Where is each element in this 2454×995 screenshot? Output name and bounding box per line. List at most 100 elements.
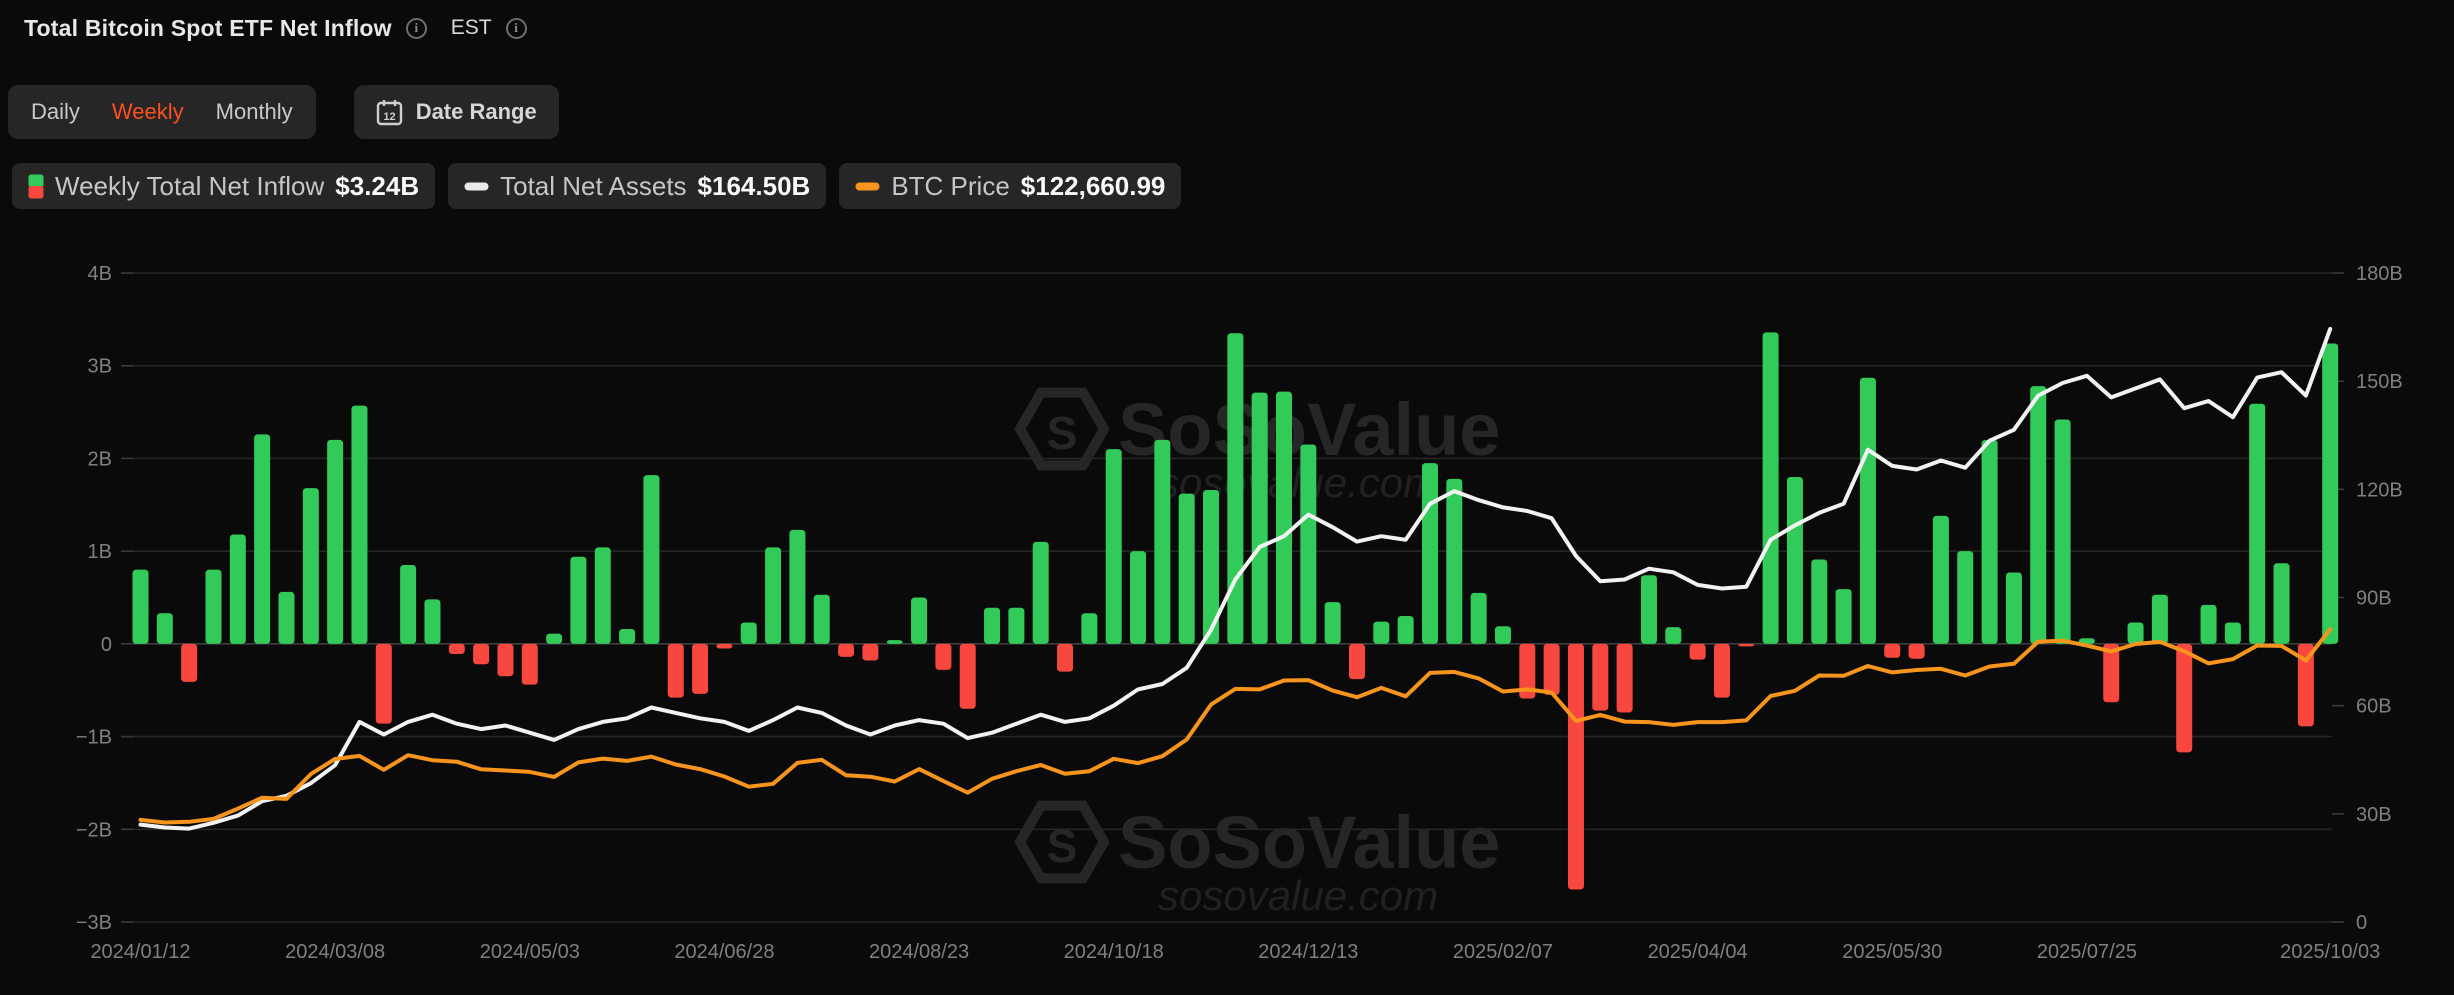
inflow-bar (2225, 623, 2241, 644)
inflow-bar (1933, 516, 1949, 644)
timezone-info-icon[interactable]: i (506, 18, 527, 39)
inflow-bar (1033, 542, 1049, 644)
x-axis-label: 2024/05/03 (480, 941, 580, 963)
inflow-bar (1179, 494, 1195, 644)
svg-text:S: S (1047, 407, 1078, 459)
inflow-bar (473, 644, 489, 664)
inflow-bar (254, 434, 270, 644)
inflow-bar (449, 644, 465, 654)
tab-monthly[interactable]: Monthly (202, 85, 307, 139)
inflow-bar (1154, 440, 1170, 644)
inflow-bar-icon (28, 174, 44, 199)
inflow-bar (1763, 332, 1779, 644)
inflow-bar (1690, 644, 1706, 660)
btc-line-icon (855, 182, 880, 191)
inflow-bar (887, 640, 903, 644)
inflow-bar (1982, 440, 1998, 644)
chart-canvas[interactable]: 4B3B2B1B0−1B−2B−3B180B150B120B90B60B30B0… (0, 230, 2454, 990)
y-axis-label-left: −3B (76, 912, 112, 934)
legend-item-net-assets[interactable]: Total Net Assets $164.50B (448, 163, 826, 209)
legend-label: Weekly Total Net Inflow (55, 171, 324, 202)
inflow-bar (741, 623, 757, 644)
inflow-bar (960, 644, 976, 709)
inflow-bar (595, 547, 611, 643)
x-axis-label: 2024/10/18 (1064, 941, 1164, 963)
y-axis-label-right: 60B (2356, 696, 2392, 718)
inflow-bar (133, 570, 149, 644)
inflow-bar (643, 475, 659, 644)
inflow-bar (1106, 449, 1122, 644)
inflow-bar (692, 644, 708, 694)
inflow-bar (862, 644, 878, 661)
x-axis-label: 2024/08/23 (869, 941, 969, 963)
inflow-bar (1008, 608, 1024, 644)
legend-item-net-inflow[interactable]: Weekly Total Net Inflow$3.24B (12, 163, 435, 209)
x-axis-label: 2025/02/07 (1453, 941, 1553, 963)
inflow-bar (1860, 378, 1876, 644)
y-axis-label-right: 180B (2356, 263, 2403, 285)
inflow-bar (1422, 463, 1438, 644)
y-axis-label-left: −1B (76, 727, 112, 749)
inflow-bar (522, 644, 538, 685)
inflow-bar (935, 644, 951, 670)
inflow-bar (327, 440, 343, 644)
legend-value: $164.50B (698, 171, 811, 202)
y-axis-label-left: −2B (76, 819, 112, 841)
svg-text:S: S (1047, 820, 1078, 872)
inflow-bar (400, 565, 416, 644)
inflow-bar (1300, 445, 1316, 644)
timezone-label: EST (451, 16, 492, 40)
inflow-bar (497, 644, 513, 676)
chart-legend: Weekly Total Net Inflow$3.24B Total Net A… (12, 163, 1181, 209)
inflow-bar (1617, 644, 1633, 713)
inflow-bar (181, 644, 197, 682)
title-info-icon[interactable]: i (406, 18, 427, 39)
x-axis-label: 2025/07/25 (2037, 941, 2137, 963)
x-axis-label: 2024/12/13 (1258, 941, 1358, 963)
inflow-bar (2201, 605, 2217, 644)
x-axis-label: 2024/06/28 (674, 941, 774, 963)
inflow-bar (1909, 644, 1925, 659)
legend-item-btc-price[interactable]: BTC Price$122,660.99 (839, 163, 1181, 209)
inflow-bar (1252, 393, 1268, 644)
legend-label: Total Net Assets (500, 171, 686, 202)
inflow-bar (1349, 644, 1365, 679)
inflow-bar (1227, 333, 1243, 644)
inflow-bar (1495, 626, 1511, 644)
y-axis-label-right: 0 (2356, 912, 2367, 934)
inflow-bar (2274, 563, 2290, 644)
tab-weekly[interactable]: Weekly (98, 85, 198, 139)
x-axis-label: 2025/05/30 (1842, 941, 1942, 963)
inflow-bar (2030, 386, 2046, 644)
y-axis-label-right: 150B (2356, 371, 2403, 393)
inflow-bar (376, 644, 392, 724)
inflow-bar (1446, 479, 1462, 644)
x-axis-label: 2024/01/12 (90, 941, 190, 963)
inflow-bar (1568, 644, 1584, 890)
inflow-bar (1665, 627, 1681, 644)
inflow-bar (424, 599, 440, 644)
date-range-button[interactable]: 12 Date Range (354, 85, 559, 139)
inflow-bar (1714, 644, 1730, 698)
inflow-bar (2176, 644, 2192, 752)
inflow-bar (1884, 644, 1900, 658)
inflow-bar (205, 570, 221, 644)
svg-text:12: 12 (383, 111, 395, 123)
y-axis-label-left: 2B (88, 448, 112, 470)
inflow-bar (278, 592, 294, 644)
inflow-bar (789, 530, 805, 644)
inflow-bar (351, 406, 367, 644)
legend-value: $122,660.99 (1021, 171, 1166, 202)
inflow-bar (2128, 623, 2144, 644)
inflow-bar (1081, 613, 1097, 644)
inflow-bar (1471, 593, 1487, 644)
y-axis-label-right: 90B (2356, 588, 2392, 610)
y-axis-label-left: 0 (101, 634, 112, 656)
inflow-bar (668, 644, 684, 698)
x-axis-label: 2025/10/03 (2280, 941, 2380, 963)
inflow-bar (1836, 589, 1852, 644)
inflow-bar (838, 644, 854, 657)
x-axis-label: 2024/03/08 (285, 941, 385, 963)
tab-daily[interactable]: Daily (17, 85, 94, 139)
inflow-bar (2055, 419, 2071, 643)
